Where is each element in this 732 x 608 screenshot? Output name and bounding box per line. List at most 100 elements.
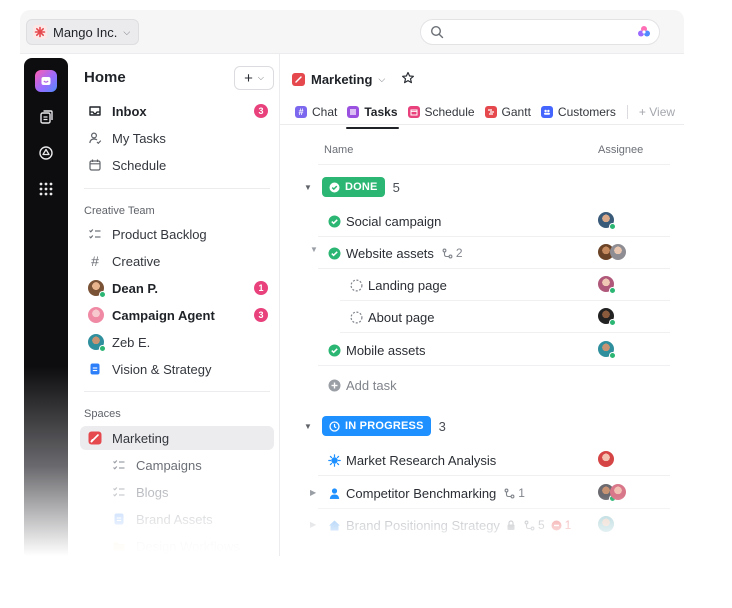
tab-chat[interactable]: # Chat — [290, 101, 342, 123]
home-icon — [35, 70, 57, 92]
blocked-icon — [551, 520, 562, 530]
sidebar-item-blogs[interactable]: Blogs — [80, 480, 274, 504]
task-name: Brand Positioning Strategy — [346, 517, 500, 533]
sidebar-divider — [84, 188, 270, 189]
avatar — [88, 307, 104, 323]
add-task-button[interactable]: Add task — [328, 374, 397, 396]
group-header-done[interactable]: ▼ DONE 5 — [304, 176, 400, 198]
search-icon — [430, 25, 444, 39]
tab-tasks[interactable]: Tasks — [342, 101, 402, 129]
status-badge: DONE — [322, 177, 385, 197]
apps-nav[interactable] — [35, 178, 57, 200]
sidebar-item-brand-assets[interactable]: Brand Assets — [80, 507, 274, 531]
lock-icon — [506, 519, 516, 531]
tab-label: Customers — [557, 105, 616, 119]
sidebar-item-label: Product Backlog — [112, 226, 207, 242]
sidebar-item-my-tasks[interactable]: My Tasks — [80, 126, 274, 150]
column-header-name[interactable]: Name — [324, 144, 353, 156]
assignee-avatars[interactable] — [598, 516, 614, 534]
person-icon[interactable] — [328, 487, 341, 500]
task-row[interactable]: Competitor Benchmarking 1 — [328, 482, 525, 504]
home-nav[interactable] — [35, 70, 57, 92]
unread-badge: 3 — [254, 308, 268, 322]
caret-right-icon[interactable]: ▶ — [310, 488, 316, 497]
sidebar-item-campaigns[interactable]: Campaigns — [80, 453, 274, 477]
task-row[interactable]: About page — [350, 306, 435, 328]
doc-icon — [88, 362, 102, 376]
assignee-avatars[interactable] — [598, 451, 614, 469]
caret-down-icon[interactable]: ▼ — [310, 245, 318, 254]
sidebar-item-campaign-agent[interactable]: Campaign Agent 3 — [80, 303, 274, 327]
checklist-icon — [112, 458, 126, 472]
task-row[interactable]: Market Research Analysis — [328, 449, 496, 471]
avatar — [598, 516, 614, 532]
task-row[interactable]: Brand Positioning Strategy 5 1 — [328, 514, 571, 536]
chat-icon: # — [295, 106, 307, 118]
sidebar-item-marketing[interactable]: Marketing — [80, 426, 274, 450]
add-view-button[interactable]: + View — [634, 101, 680, 123]
task-row[interactable]: Landing page — [350, 274, 447, 296]
sidebar-item-label: Brand Assets — [136, 511, 213, 527]
ai-brain-nav[interactable] — [35, 142, 57, 164]
customers-icon — [540, 106, 553, 118]
sidebar-item-label: Creative — [112, 253, 161, 269]
status-todo-icon[interactable] — [350, 278, 363, 292]
space-icon — [88, 431, 102, 445]
workspace-switcher[interactable]: Mango Inc. ⌵ — [26, 19, 140, 45]
tab-gantt[interactable]: Gantt — [480, 101, 536, 123]
ai-sparkle-icon[interactable] — [637, 25, 651, 39]
assignee-avatars[interactable] — [598, 244, 626, 262]
sidebar-item-creative[interactable]: # Creative — [80, 249, 274, 273]
sidebar-item-inbox[interactable]: Inbox 3 — [80, 99, 274, 123]
header-divider — [318, 164, 670, 165]
task-row[interactable]: Social campaign — [328, 210, 441, 232]
docs-nav[interactable] — [35, 106, 57, 128]
status-done-icon[interactable] — [328, 247, 341, 260]
ai-hub-icon — [39, 146, 53, 160]
tab-customers[interactable]: Customers — [536, 101, 621, 123]
create-new-button[interactable]: + ⌵ — [234, 66, 274, 90]
assignee-avatars[interactable] — [598, 308, 616, 326]
task-row[interactable]: Website assets 2 — [328, 242, 463, 264]
column-header-assignee[interactable]: Assignee — [598, 144, 643, 156]
task-row[interactable]: Mobile assets — [328, 339, 425, 361]
sidebar-item-zeb[interactable]: Zeb E. — [80, 330, 274, 354]
sidebar-item-label: Inbox — [112, 103, 147, 119]
space-icon — [292, 73, 305, 86]
assignee-avatars[interactable] — [598, 484, 626, 502]
sidebar-item-label: Campaign Agent — [112, 307, 215, 323]
calendar-icon — [407, 106, 420, 118]
assignee-avatars[interactable] — [598, 212, 616, 230]
tab-schedule[interactable]: Schedule — [403, 101, 480, 123]
sidebar-item-vision-strategy[interactable]: Vision & Strategy — [80, 357, 274, 381]
home-icon[interactable] — [328, 519, 341, 532]
chevron-down-icon[interactable]: ⌵ — [378, 74, 385, 85]
check-circle-icon — [329, 182, 340, 192]
sidebar-item-label: Vision & Strategy — [112, 361, 212, 377]
subtask-count: 1 — [504, 486, 525, 500]
inbox-icon — [88, 104, 102, 118]
group-count: 5 — [392, 179, 400, 195]
group-header-in-progress[interactable]: ▼ IN PROGRESS 3 — [304, 415, 446, 437]
assignee-avatars[interactable] — [598, 341, 616, 359]
sidebar-item-dean[interactable]: Dean P. 1 — [80, 276, 274, 300]
sidebar: Home + ⌵ Inbox 3 My Tasks Schedule Creat… — [72, 54, 280, 556]
bug-icon[interactable] — [328, 453, 341, 467]
status-todo-icon[interactable] — [350, 310, 363, 324]
caret-right-icon[interactable]: ▶ — [310, 520, 316, 529]
tab-label: Chat — [312, 105, 338, 119]
sidebar-item-schedule[interactable]: Schedule — [80, 153, 274, 177]
status-done-icon[interactable] — [328, 344, 341, 357]
search-input[interactable] — [420, 19, 660, 45]
workspace-logo-icon — [33, 25, 47, 39]
status-done-icon[interactable] — [328, 215, 341, 228]
caret-down-icon[interactable]: ▼ — [304, 183, 314, 192]
assignee-avatars[interactable] — [598, 276, 616, 294]
task-name: Mobile assets — [346, 342, 426, 358]
page-title[interactable]: Marketing — [311, 72, 372, 87]
caret-down-icon[interactable]: ▼ — [304, 422, 314, 431]
main-panel: Marketing ⌵ # Chat Tasks Schedule Gantt — [280, 54, 684, 556]
sidebar-item-design-workflows[interactable]: Design Workflows — [80, 534, 274, 556]
favorite-star-icon[interactable] — [401, 71, 415, 88]
sidebar-item-product-backlog[interactable]: Product Backlog — [80, 222, 274, 246]
